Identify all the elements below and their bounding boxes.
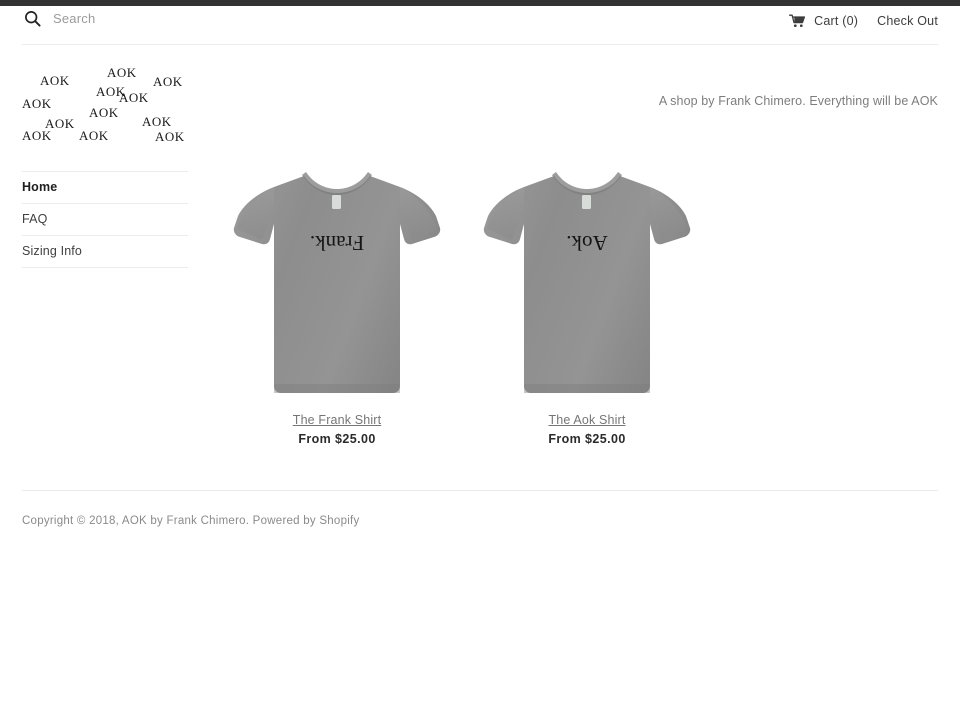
shirt-image[interactable]: Aok. [482, 168, 692, 400]
cart-label: Cart (0) [814, 14, 859, 28]
page-root: Cart (0) Check Out AOKAOKAOKAOKAOKAOKAOK… [0, 0, 960, 720]
search-input[interactable] [53, 11, 253, 26]
search-group [24, 10, 253, 27]
product-price: From $25.00 [548, 432, 626, 446]
sidebar-item-sizing-info[interactable]: Sizing Info [22, 236, 188, 267]
logo-word: AOK [153, 74, 183, 89]
product-image-link[interactable]: Frank. [212, 168, 462, 400]
product-price: From $25.00 [298, 432, 376, 446]
product-title[interactable]: The Frank Shirt [212, 413, 462, 427]
product-card[interactable]: Frank. The Frank Shirt From $25.00 [212, 168, 462, 446]
shirt-print-text: Frank. [310, 231, 364, 255]
checkout-link[interactable]: Check Out [877, 14, 938, 28]
cart-link[interactable]: Cart (0) [789, 14, 858, 28]
shirt-print-text: Aok. [566, 231, 607, 255]
logo-word: AOK [89, 105, 119, 120]
logo-word: AOK [22, 96, 52, 111]
logo-word: AOK [119, 90, 149, 105]
logo-word: AOK [22, 128, 52, 143]
sidebar-item-faq[interactable]: FAQ [22, 204, 188, 235]
logo-word: AOK [107, 65, 137, 80]
logo-word: AOK [155, 129, 185, 144]
logo-word: AOK [79, 128, 109, 143]
sidebar-item-home[interactable]: Home [22, 172, 188, 203]
product-image-link[interactable]: Aok. [462, 168, 712, 400]
footer-divider [22, 490, 938, 491]
shopping-cart-icon [789, 14, 806, 28]
neck-label-icon [332, 195, 341, 209]
header-divider [22, 44, 938, 45]
header-actions: Cart (0) Check Out [789, 14, 938, 28]
neck-label-icon [582, 195, 591, 209]
shirt-image[interactable]: Frank. [232, 168, 442, 400]
logo-word: AOK [142, 114, 172, 129]
search-icon[interactable] [24, 10, 41, 27]
product-card[interactable]: Aok. The Aok Shirt From $25.00 [462, 168, 712, 446]
product-grid: Frank. The Frank Shirt From $25.00 Aok. The … [212, 168, 938, 446]
site-header: Cart (0) Check Out [0, 6, 960, 44]
site-logo[interactable]: AOK AOK AOK AOK AOK AOK AOK AOK AOK AOK AOK AOK [22, 62, 212, 150]
logo-word: AOK [40, 73, 70, 88]
nav-divider [22, 267, 188, 268]
site-tagline: A shop by Frank Chimero. Everything will… [658, 94, 938, 108]
product-title[interactable]: The Aok Shirt [462, 413, 712, 427]
footer-copyright: Copyright © 2018, AOK by Frank Chimero. … [22, 515, 360, 527]
sidebar-nav: Home FAQ Sizing Info [22, 171, 188, 268]
